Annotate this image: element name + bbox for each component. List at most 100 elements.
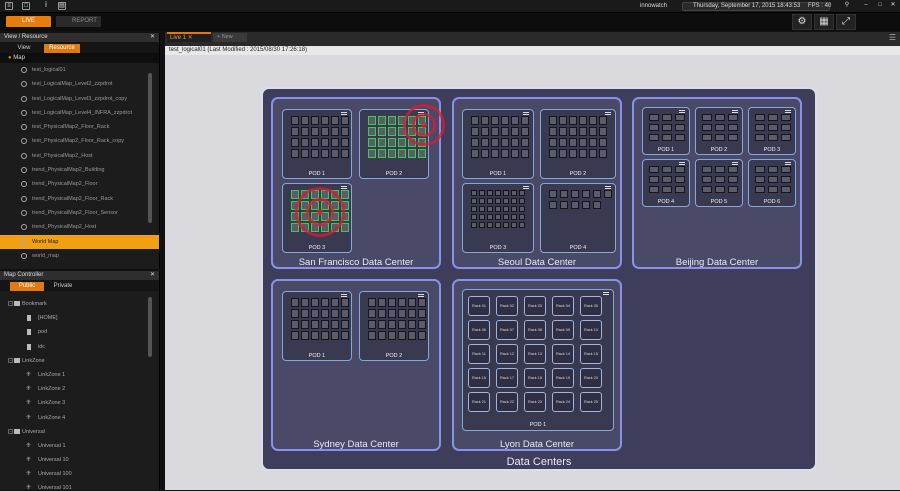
cabinet[interactable] xyxy=(503,214,509,220)
cabinet[interactable] xyxy=(511,190,517,196)
rack-tile[interactable]: Rack 25 xyxy=(580,392,602,412)
cabinet[interactable] xyxy=(521,149,529,158)
cabinet[interactable] xyxy=(408,149,416,158)
cabinet[interactable] xyxy=(398,331,406,340)
cabinet[interactable] xyxy=(331,149,339,158)
expand-icon[interactable] xyxy=(732,110,738,113)
cabinet[interactable] xyxy=(321,298,329,307)
rack-tile[interactable]: Rack 06 xyxy=(468,320,490,340)
cabinet[interactable] xyxy=(471,116,479,125)
cabinet[interactable] xyxy=(768,114,778,121)
cabinet[interactable] xyxy=(579,149,587,158)
cabinet[interactable] xyxy=(675,124,685,131)
cabinet[interactable] xyxy=(341,331,349,340)
window-icon[interactable]: □ xyxy=(22,2,30,10)
cabinet[interactable] xyxy=(378,320,386,329)
cabinet[interactable] xyxy=(495,206,501,212)
map-list-item[interactable]: test_LogicalMap_Level2_zzpdrot xyxy=(0,77,159,91)
cabinet[interactable] xyxy=(341,320,349,329)
cabinet[interactable] xyxy=(471,149,479,158)
pod-tile[interactable]: POD 2 xyxy=(695,107,743,155)
cabinet[interactable] xyxy=(675,186,685,193)
cabinet[interactable] xyxy=(715,114,725,121)
cabinet[interactable] xyxy=(675,166,685,173)
cabinet[interactable] xyxy=(398,298,406,307)
cabinet[interactable] xyxy=(291,298,299,307)
cabinet[interactable] xyxy=(702,186,712,193)
cabinet[interactable] xyxy=(479,198,485,204)
cabinet[interactable] xyxy=(291,320,299,329)
rack-tile[interactable]: Rack 07 xyxy=(496,320,518,340)
expand-icon[interactable] xyxy=(605,186,611,189)
cabinet[interactable] xyxy=(398,320,406,329)
cabinet[interactable] xyxy=(702,176,712,183)
map-list-item[interactable]: trend_PhysicalMap2_Floor_Rack xyxy=(0,192,159,206)
settings-gear-icon[interactable]: ⚙ xyxy=(792,14,812,30)
cabinet[interactable] xyxy=(471,214,477,220)
cabinet[interactable] xyxy=(768,124,778,131)
cabinet[interactable] xyxy=(593,201,601,209)
cabinet[interactable] xyxy=(503,190,509,196)
cabinet[interactable] xyxy=(519,214,525,220)
map-controller-item[interactable]: ⁜ LinkZone 3 xyxy=(0,396,159,410)
cabinet[interactable] xyxy=(728,166,738,173)
cabinet[interactable] xyxy=(408,309,416,318)
cabinet[interactable] xyxy=(418,320,426,329)
rack-tile[interactable]: Rack 12 xyxy=(496,344,518,364)
map-list-item[interactable]: trend_PhysicalMap2_Floor xyxy=(0,177,159,191)
cabinet[interactable] xyxy=(321,116,329,125)
map-list-item[interactable]: trend_PhysicalMap2_Floor_Sensor xyxy=(0,206,159,220)
map-list-item[interactable]: trend_PhysicalMap2_Building xyxy=(0,163,159,177)
pod-tile[interactable]: POD 1 xyxy=(282,291,352,361)
cabinet[interactable] xyxy=(521,116,529,125)
expand-icon[interactable] xyxy=(679,110,685,113)
cabinet[interactable] xyxy=(582,201,590,209)
expand-icon[interactable] xyxy=(341,112,347,115)
map-list-item[interactable]: test_PhysicalMap2_Floor_Rack xyxy=(0,120,159,134)
cabinet[interactable] xyxy=(599,138,607,147)
cabinet[interactable] xyxy=(388,320,396,329)
cabinet[interactable] xyxy=(311,320,319,329)
cabinet[interactable] xyxy=(549,138,557,147)
cabinet[interactable] xyxy=(301,116,309,125)
map-controller-item[interactable]: ⁜ Universal 10 xyxy=(0,453,159,467)
pod-tile[interactable]: POD 1 xyxy=(642,107,690,155)
pod-tile[interactable]: POD 1 xyxy=(282,109,352,179)
document-icon[interactable]: ▤ xyxy=(58,2,66,10)
cabinet[interactable] xyxy=(408,320,416,329)
cabinet[interactable] xyxy=(418,298,426,307)
cabinet[interactable] xyxy=(511,116,519,125)
rack-tile[interactable]: Rack 21 xyxy=(468,392,490,412)
cabinet[interactable] xyxy=(368,127,376,136)
cabinet[interactable] xyxy=(481,127,489,136)
tab-view[interactable]: View xyxy=(6,44,42,53)
cabinet[interactable] xyxy=(487,198,493,204)
scrollbar[interactable] xyxy=(148,297,152,357)
cabinet[interactable] xyxy=(559,116,567,125)
cabinet[interactable] xyxy=(341,223,349,232)
cabinet[interactable] xyxy=(781,176,791,183)
cabinet[interactable] xyxy=(559,149,567,158)
cabinet[interactable] xyxy=(503,198,509,204)
cabinet[interactable] xyxy=(662,124,672,131)
map-list-item[interactable]: world_map xyxy=(0,249,159,259)
cabinet[interactable] xyxy=(501,149,509,158)
expand-icon[interactable] xyxy=(603,292,609,295)
rack-tile[interactable]: Rack 16 xyxy=(468,368,490,388)
tab-options-icon[interactable]: ☰ xyxy=(889,33,896,42)
expand-icon[interactable] xyxy=(341,294,347,297)
cabinet[interactable] xyxy=(560,201,568,209)
cabinet[interactable] xyxy=(503,206,509,212)
map-controller-item[interactable]: ⁜ LinkZone 1 xyxy=(0,368,159,382)
cabinet[interactable] xyxy=(291,190,299,199)
cabinet[interactable] xyxy=(311,116,319,125)
cabinet[interactable] xyxy=(755,134,765,141)
cabinet[interactable] xyxy=(702,124,712,131)
cabinet[interactable] xyxy=(471,206,477,212)
data-center-sydney[interactable]: Sydney Data Center POD 1 POD 2 xyxy=(271,279,441,451)
cabinet[interactable] xyxy=(604,190,612,198)
map-controller-item[interactable]: ⁜ LinkZone 2 xyxy=(0,382,159,396)
cabinet[interactable] xyxy=(479,190,485,196)
map-controller-item[interactable]: [HOME] xyxy=(0,311,159,325)
cabinet[interactable] xyxy=(388,331,396,340)
